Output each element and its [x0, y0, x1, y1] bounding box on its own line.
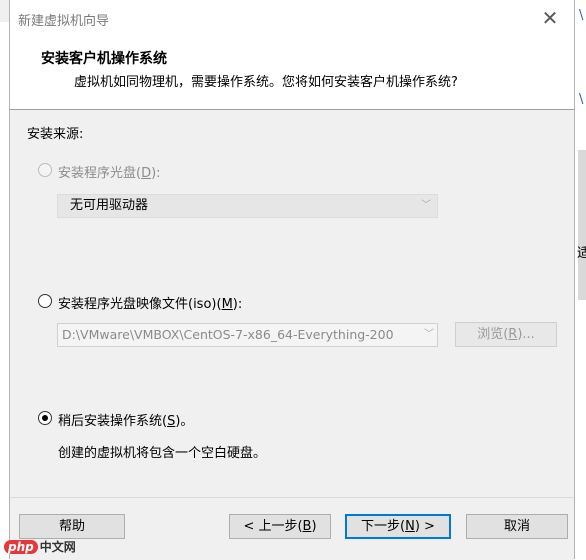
chevron-down-icon: ﹀ [421, 200, 431, 211]
wizard-footer: 帮助 < 上一步(B) 下一步(N) > 取消 [10, 497, 574, 560]
close-icon[interactable]: ✕ [538, 6, 562, 30]
background-glyph: \ [579, 8, 584, 23]
browse-button[interactable]: 浏览(R)... [455, 322, 557, 347]
help-button[interactable]: 帮助 [19, 514, 125, 539]
background-glyph: \ [579, 92, 584, 107]
radio-iso-image[interactable] [38, 294, 52, 308]
page-title: 安装客户机操作系统 [41, 51, 167, 67]
install-source-label: 安装来源: [27, 127, 84, 142]
install-source-panel: 安装来源: 安装程序光盘(D): 无可用驱动器 ﹀ 安装程序光盘映像文件(iso… [10, 111, 574, 497]
cancel-button[interactable]: 取消 [466, 514, 568, 539]
disc-drive-select[interactable]: 无可用驱动器 ﹀ [57, 194, 438, 218]
background-text: 适 [577, 246, 586, 261]
background-app-edge: \ \ 适 [575, 0, 586, 559]
install-later-description: 创建的虚拟机将包含一个空白硬盘。 [58, 446, 267, 461]
option-installer-disc-label: 安装程序光盘(D): [58, 166, 161, 181]
background-scroll-strip [578, 150, 586, 300]
iso-path-value: D:\VMware\VMBOX\CentOS-7-x86_64-Everythi… [62, 327, 394, 342]
disc-drive-value: 无可用驱动器 [70, 198, 149, 213]
iso-path-input[interactable]: D:\VMware\VMBOX\CentOS-7-x86_64-Everythi… [57, 323, 438, 347]
radio-install-later[interactable] [38, 411, 52, 425]
wizard-header: 安装客户机操作系统 虚拟机如同物理机，需要操作系统。您将如何安装客户机操作系统? [10, 36, 574, 110]
page-subtitle: 虚拟机如同物理机，需要操作系统。您将如何安装客户机操作系统? [74, 75, 458, 90]
option-iso-image-label: 安装程序光盘映像文件(iso)(M): [58, 297, 243, 312]
window-title: 新建虚拟机向导 [18, 14, 110, 29]
chevron-down-icon[interactable]: ﹀ [421, 324, 437, 346]
watermark: php 中文网 [4, 538, 76, 555]
title-bar[interactable]: 新建虚拟机向导 ✕ [10, 0, 574, 36]
back-button[interactable]: < 上一步(B) [229, 514, 331, 539]
new-vm-wizard-dialog: 新建虚拟机向导 ✕ 安装客户机操作系统 虚拟机如同物理机，需要操作系统。您将如何… [9, 0, 575, 560]
next-button[interactable]: 下一步(N) > [345, 514, 451, 539]
watermark-logo: php [4, 540, 38, 554]
watermark-text: 中文网 [39, 540, 76, 554]
radio-installer-disc[interactable] [38, 163, 52, 177]
option-install-later-label: 稍后安装操作系统(S)。 [58, 414, 194, 429]
